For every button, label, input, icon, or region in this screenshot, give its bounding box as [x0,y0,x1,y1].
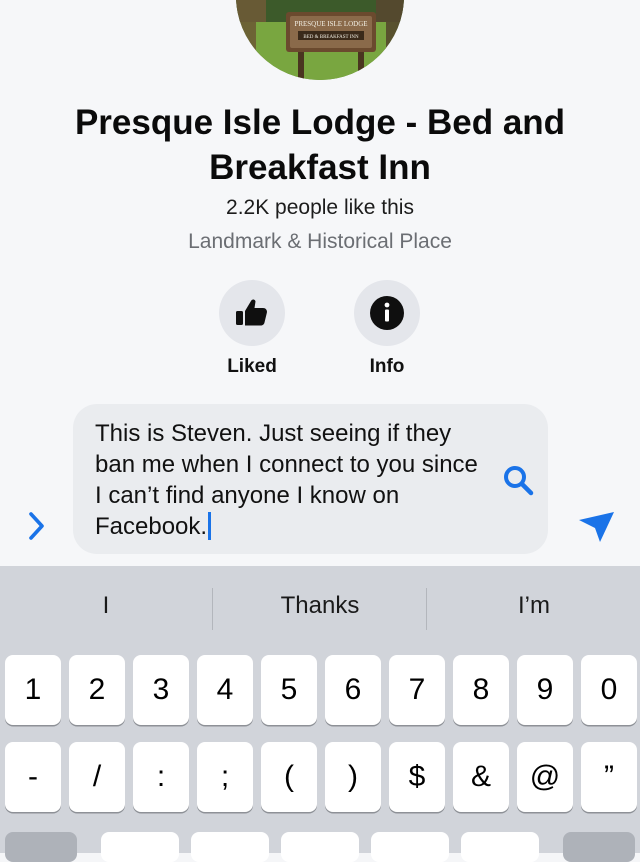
suggestion-1[interactable]: I [40,592,172,620]
liked-button-circle[interactable] [219,280,285,346]
key-3[interactable]: 3 [133,655,189,725]
key-delete[interactable] [563,832,635,862]
page-profile-photo[interactable]: PRESQUE ISLE LODGE BED & BREAKFAST INN [236,0,404,80]
key-colon[interactable]: : [133,742,189,812]
key-9[interactable]: 9 [517,655,573,725]
chevron-right-icon [29,512,44,540]
search-button[interactable] [500,462,536,503]
info-button-circle[interactable] [354,280,420,346]
liked-label: Liked [227,356,277,377]
key-close-paren[interactable]: ) [325,742,381,812]
key-hyphen[interactable]: - [5,742,61,812]
key-5[interactable]: 5 [261,655,317,725]
suggestion-2[interactable]: Thanks [252,592,388,620]
message-input[interactable]: This is Steven. Just seeing if they ban … [73,404,548,554]
send-button[interactable] [576,506,618,551]
key-ampersand[interactable]: & [453,742,509,812]
send-icon [579,512,614,542]
likes-count: 2.2K people like this [226,196,414,219]
key-exclamation[interactable] [371,832,449,862]
key-4[interactable]: 4 [197,655,253,725]
key-period[interactable] [101,832,179,862]
key-7[interactable]: 7 [389,655,445,725]
key-0[interactable]: 0 [581,655,637,725]
key-open-paren[interactable]: ( [261,742,317,812]
sign-line-1: PRESQUE ISLE LODGE [294,20,367,28]
suggestion-divider [426,588,427,630]
thumbs-up-icon [236,299,267,326]
info-label: Info [369,356,405,377]
page-category: Landmark & Historical Place [188,230,452,253]
key-slash[interactable]: / [69,742,125,812]
page-title: Presque Isle Lodge - Bed and Breakfast I… [74,103,566,187]
suggestion-divider [212,588,213,630]
liked-button[interactable]: Liked [202,280,302,378]
sign-line-2: BED & BREAKFAST INN [303,35,359,40]
search-icon [504,466,534,496]
info-button[interactable]: Info [337,280,437,378]
key-apostrophe[interactable] [461,832,539,862]
key-dollar[interactable]: $ [389,742,445,812]
key-question[interactable] [281,832,359,862]
key-2[interactable]: 2 [69,655,125,725]
key-at[interactable]: @ [517,742,573,812]
message-text-area[interactable]: This is Steven. Just seeing if they ban … [95,418,485,542]
key-quote[interactable]: ” [581,742,637,812]
key-1[interactable]: 1 [5,655,61,725]
expand-actions-button[interactable] [24,510,48,547]
key-more-symbols[interactable] [5,832,77,862]
info-icon [370,296,404,330]
key-semicolon[interactable]: ; [197,742,253,812]
suggestion-3[interactable]: I’m [466,592,602,620]
key-8[interactable]: 8 [453,655,509,725]
message-text: This is Steven. Just seeing if they ban … [95,420,478,540]
key-comma[interactable] [191,832,269,862]
text-cursor [208,512,212,540]
key-6[interactable]: 6 [325,655,381,725]
